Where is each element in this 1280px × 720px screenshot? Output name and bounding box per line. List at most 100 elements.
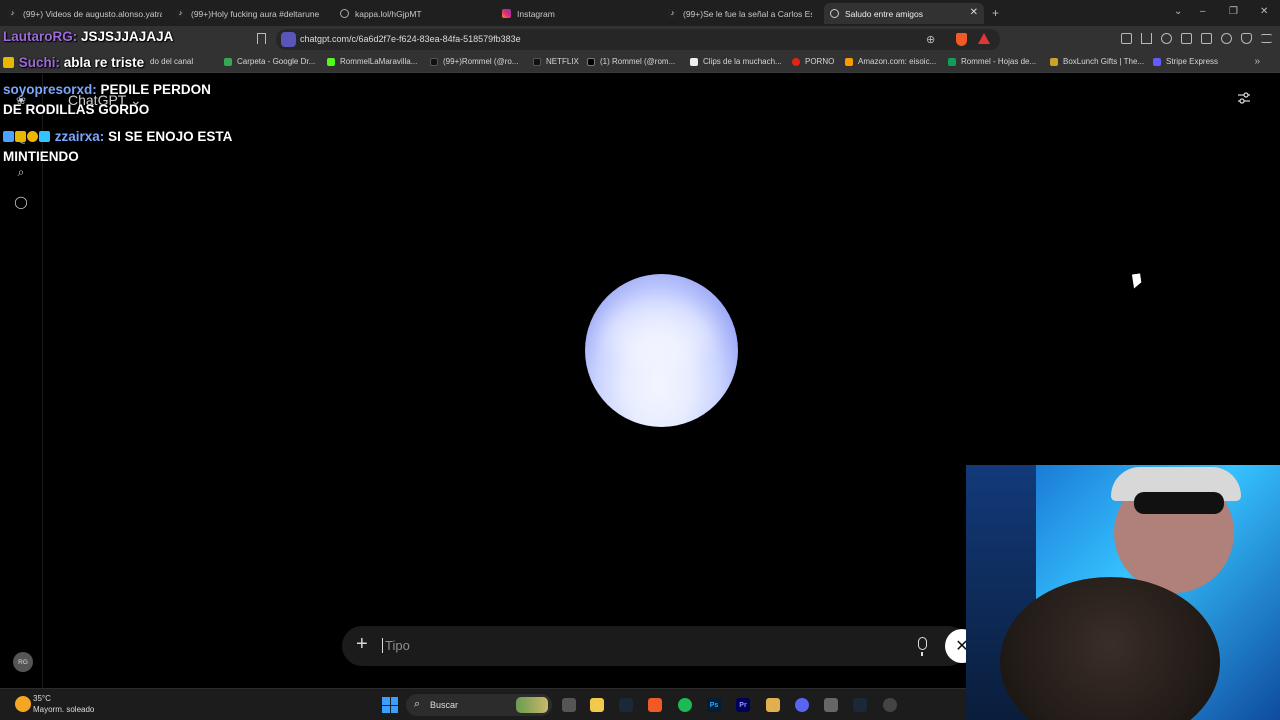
search-highlight-icon	[516, 697, 548, 713]
message-input[interactable]: Tipo	[385, 638, 410, 653]
chat-text: abla re triste	[63, 55, 145, 70]
chat-username: zzairxa:	[54, 129, 105, 144]
bookmark-label: Clips de la muchach...	[703, 57, 782, 66]
webcam-overlay	[966, 465, 1280, 720]
spotify-icon[interactable]	[678, 698, 692, 712]
weather-condition: Mayorm. soleado	[33, 705, 95, 714]
menu-icon[interactable]	[1261, 34, 1272, 43]
taskbar-search[interactable]: ⌕ Buscar	[406, 694, 552, 716]
bookmark-label: do del canal	[150, 57, 194, 66]
bookmark-item[interactable]: Clips de la muchach...	[690, 57, 782, 66]
tab-5[interactable]: ♪ (99+)Se le fue la señal a Carlos Espi	[662, 3, 812, 24]
sheets-icon	[948, 57, 956, 66]
chat-username: soyopresorxd:	[3, 82, 97, 97]
instagram-icon	[502, 9, 511, 18]
discord-icon[interactable]	[795, 698, 809, 712]
address-bar[interactable]: chatgpt.com/c/6a6d2f7e-f624-83ea-84fa-51…	[276, 29, 1000, 50]
restore-icon[interactable]: ❐	[1229, 6, 1238, 17]
bookmark-label: (99+)Rommel (@ro...	[443, 57, 519, 66]
chat-message: LautaroRG: JSJSJJAJAJA	[3, 27, 173, 47]
tab-4-label: Instagram	[517, 8, 555, 19]
brave-shields-icon[interactable]	[956, 33, 967, 46]
browser-toolbar: chatgpt.com/c/6a6d2f7e-f624-83ea-84fa-51…	[0, 26, 1280, 53]
file-explorer-icon[interactable]	[590, 698, 604, 712]
bookmark-icon[interactable]	[257, 33, 266, 44]
chat-message: Suchi: abla re triste	[3, 53, 144, 73]
more-bookmarks-icon[interactable]: »	[1254, 56, 1260, 67]
gamepad-icon[interactable]	[824, 698, 838, 712]
steam-icon[interactable]	[853, 698, 867, 712]
crown-badge-icon	[15, 131, 26, 142]
media-icon[interactable]	[1161, 33, 1172, 44]
chevron-down-icon[interactable]: ⌄	[1174, 6, 1182, 17]
text-caret	[382, 638, 383, 653]
tab-2-label: (99+)Holy fucking aura #deltarune |	[191, 8, 320, 19]
search-icon: ⌕	[414, 698, 421, 710]
kick-dark-icon	[533, 57, 541, 66]
chat-bubble-icon[interactable]: ◯	[14, 195, 28, 209]
bookmark-label: Stripe Express	[1166, 57, 1219, 66]
extensions-icon[interactable]	[1121, 33, 1132, 44]
bookmark-item[interactable]: (1) Rommel (@rom...	[587, 57, 675, 66]
new-tab-icon[interactable]: +	[992, 6, 999, 20]
bookmark-item[interactable]: PORNO	[792, 57, 834, 66]
stripe-icon	[1153, 57, 1161, 66]
bookmark-item[interactable]: (99+)Rommel (@ro...	[430, 57, 518, 66]
tab-3-label: kappa.lol/hGjpMT	[355, 8, 422, 19]
url-text[interactable]: chatgpt.com/c/6a6d2f7e-f624-83ea-84fa-51…	[300, 34, 521, 44]
chat-text: JSJSJJAJAJA	[81, 29, 174, 44]
avatar[interactable]: RG	[13, 652, 33, 672]
bookmark-label: PORNO	[805, 57, 835, 66]
bookmark-label: BoxLunch Gifts | The...	[1063, 57, 1145, 66]
close-tab-icon[interactable]: ✕	[970, 7, 978, 18]
crown-badge-icon	[3, 57, 14, 68]
tab-1[interactable]: ♪ (99+) Videos de augusto.alonso.yatra	[2, 3, 162, 24]
search-icon[interactable]: ⌕	[14, 165, 28, 179]
download-icon[interactable]	[1141, 33, 1152, 44]
tab-strip: ♪ (99+) Videos de augusto.alonso.yatra ♪…	[0, 0, 1280, 26]
tab-4[interactable]: Instagram	[496, 3, 656, 24]
tiktok-icon	[430, 57, 438, 66]
bookmark-item[interactable]: Carpeta - Google Dr...	[224, 57, 315, 66]
vpn-shield-icon[interactable]	[1241, 33, 1252, 44]
zoom-icon[interactable]: ⊕	[926, 33, 935, 46]
bookmark-label: (1) Rommel (@rom...	[600, 57, 676, 66]
brave-rewards-icon[interactable]	[978, 33, 990, 44]
sword-badge-icon	[3, 131, 14, 142]
premiere-icon[interactable]: Pr	[736, 698, 750, 712]
voice-settings-icon[interactable]	[1237, 91, 1251, 105]
site-info-icon[interactable]	[281, 32, 296, 47]
minimize-icon[interactable]: –	[1200, 6, 1206, 17]
weather-temp: 35°C	[33, 694, 51, 703]
tab-6-active[interactable]: Saludo entre amigos ✕	[824, 3, 984, 24]
bookmark-label: RommelLaMaravilla...	[340, 57, 418, 66]
bookmark-item[interactable]: Stripe Express	[1153, 57, 1218, 66]
tab-1-label: (99+) Videos de augusto.alonso.yatra	[23, 8, 162, 19]
tiktok-icon: ♪	[176, 9, 185, 18]
wallet-icon[interactable]	[1201, 33, 1212, 44]
bookmark-item[interactable]: BoxLunch Gifts | The...	[1050, 57, 1144, 66]
brave-icon[interactable]	[648, 698, 662, 712]
steam-icon[interactable]	[619, 698, 633, 712]
bookmark-item[interactable]: Amazon.com: eisoic...	[845, 57, 936, 66]
windows-start-icon[interactable]	[382, 697, 398, 713]
photoshop-icon[interactable]: Ps	[707, 698, 721, 712]
bookmark-label: Carpeta - Google Dr...	[237, 57, 316, 66]
close-window-icon[interactable]: ✕	[1260, 6, 1268, 17]
boxlunch-icon	[1050, 57, 1058, 66]
tab-2[interactable]: ♪ (99+)Holy fucking aura #deltarune |	[170, 3, 320, 24]
bookmark-item[interactable]: Rommel - Hojas de...	[948, 57, 1036, 66]
add-attachment-icon[interactable]: +	[356, 634, 368, 654]
app-icon[interactable]	[766, 698, 780, 712]
microphone-icon[interactable]	[918, 637, 927, 656]
bookmark-item[interactable]: do del canal	[150, 57, 193, 66]
sidebar-icon[interactable]	[1181, 33, 1192, 44]
play-icon	[792, 57, 800, 66]
bookmark-item[interactable]: RommelLaMaravilla...	[327, 57, 417, 66]
leo-ai-icon[interactable]	[1221, 33, 1232, 44]
obs-icon[interactable]	[883, 698, 897, 712]
task-view-icon[interactable]	[562, 698, 576, 712]
tab-3[interactable]: kappa.lol/hGjpMT	[334, 3, 494, 24]
bookmark-item[interactable]: NETFLIX	[533, 57, 579, 66]
weather-icon[interactable]	[15, 696, 31, 712]
